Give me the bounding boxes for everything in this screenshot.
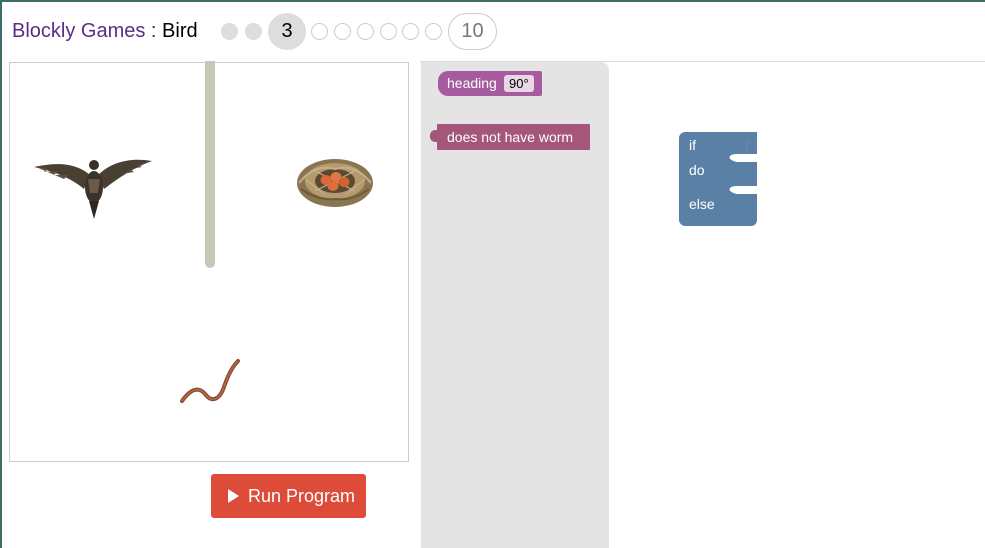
do-label: do xyxy=(689,162,705,178)
level-6-dot[interactable] xyxy=(357,23,374,40)
heading-angle-field[interactable]: 90° xyxy=(504,75,534,92)
heading-block[interactable]: heading 90° xyxy=(438,71,542,96)
bird-icon xyxy=(34,159,152,219)
level-5-dot[interactable] xyxy=(334,23,351,40)
page-title: Blockly Games : Bird xyxy=(12,19,198,43)
else-label: else xyxy=(689,196,715,212)
nest-icon xyxy=(297,159,373,207)
window-frame-top xyxy=(0,0,985,2)
title-separator: : xyxy=(145,20,163,42)
does-not-have-worm-block[interactable]: does not have worm xyxy=(430,124,590,150)
if-label: if xyxy=(689,137,696,153)
run-program-button[interactable]: Run Program xyxy=(211,474,366,518)
play-icon xyxy=(228,489,239,503)
output-connector xyxy=(430,130,438,142)
app-title-link[interactable]: Blockly Games xyxy=(12,20,145,42)
if-else-block[interactable]: if do else xyxy=(679,132,757,226)
level-7-dot[interactable] xyxy=(380,23,397,40)
game-visualization xyxy=(9,61,409,462)
level-9-dot[interactable] xyxy=(425,23,442,40)
level-2-dot[interactable] xyxy=(245,23,262,40)
heading-block-label: heading xyxy=(447,75,497,91)
level-1-dot[interactable] xyxy=(221,23,238,40)
game-title: Bird xyxy=(162,20,198,42)
condition-block-label: does not have worm xyxy=(447,129,574,145)
last-level-button[interactable]: 10 xyxy=(448,13,497,50)
current-level-button[interactable]: 3 xyxy=(268,13,306,50)
run-program-label: Run Program xyxy=(248,486,356,506)
level-8-dot[interactable] xyxy=(402,23,419,40)
window-frame-left xyxy=(0,0,2,548)
worm-icon xyxy=(180,359,240,403)
wall-obstacle xyxy=(205,61,215,268)
level-4-dot[interactable] xyxy=(311,23,328,40)
